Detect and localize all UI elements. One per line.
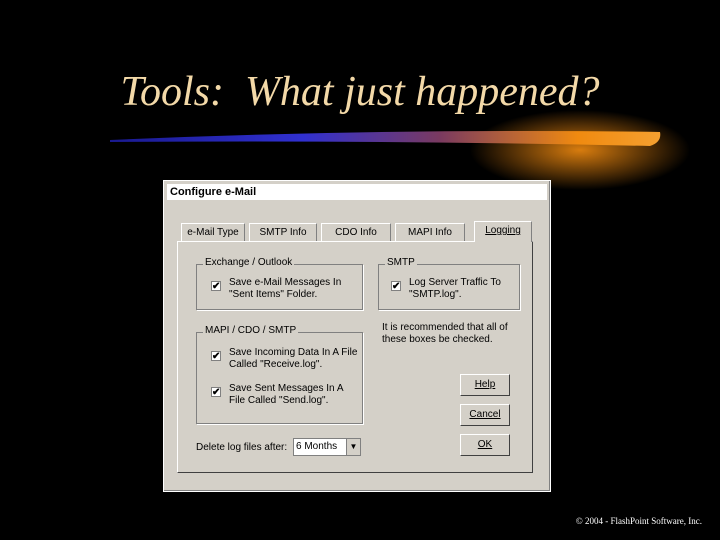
dialog-title: Configure e-Mail	[167, 184, 547, 200]
group-exchange-outlook: Exchange / Outlook ✔ Save e-Mail Message…	[196, 257, 363, 310]
checkbox-label: Save Incoming Data In A File Called "Rec…	[229, 347, 358, 370]
cancel-button-label: Cancel	[469, 409, 501, 420]
group-smtp: SMTP ✔ Log Server Traffic To "SMTP.log".	[378, 257, 520, 310]
help-button[interactable]: Help	[460, 374, 510, 396]
configure-email-dialog: Configure e-Mail e-Mail Type SMTP Info C…	[163, 180, 551, 492]
slide-title: Tools: What just happened?	[120, 69, 600, 115]
checkbox-box[interactable]: ✔	[211, 387, 221, 398]
ok-button[interactable]: OK	[460, 434, 510, 456]
checkbox-label: Save Sent Messages In A File Called "Sen…	[229, 383, 343, 406]
delete-log-select[interactable]: 6 Months ▼	[293, 438, 361, 456]
tab-smtp-info[interactable]: SMTP Info	[249, 223, 317, 241]
checkbox-label: Log Server Traffic To "SMTP.log".	[409, 277, 501, 300]
help-button-label: Help	[474, 379, 496, 390]
group-label: Exchange / Outlook	[203, 257, 295, 268]
tab-logging-label: Logging	[485, 225, 521, 236]
cancel-button[interactable]: Cancel	[460, 404, 510, 426]
checkbox-box[interactable]: ✔	[211, 281, 221, 292]
group-mapi-cdo-smtp: MAPI / CDO / SMTP ✔ Save Incoming Data I…	[196, 325, 363, 424]
delete-log-label: Delete log files after:	[196, 442, 288, 453]
checkbox-box[interactable]: ✔	[391, 281, 401, 292]
checkbox-label: Save e-Mail Messages In "Sent Items" Fol…	[229, 277, 342, 300]
logging-panel: Exchange / Outlook ✔ Save e-Mail Message…	[177, 241, 533, 473]
chevron-down-icon[interactable]: ▼	[346, 439, 360, 455]
tab-mapi-info[interactable]: MAPI Info	[395, 223, 465, 241]
tab-email-type[interactable]: e-Mail Type	[181, 223, 245, 241]
checkbox-box[interactable]: ✔	[211, 351, 221, 362]
delete-log-value: 6 Months	[296, 441, 338, 452]
copyright-footer: © 2004 - FlashPoint Software, Inc.	[575, 516, 702, 526]
recommendation-note: It is recommended that all of these boxe…	[382, 322, 508, 345]
group-label: SMTP	[385, 257, 417, 268]
tab-cdo-info[interactable]: CDO Info	[321, 223, 391, 241]
group-label: MAPI / CDO / SMTP	[203, 325, 299, 336]
ok-button-label: OK	[477, 439, 493, 450]
tab-logging[interactable]: Logging	[474, 221, 532, 242]
